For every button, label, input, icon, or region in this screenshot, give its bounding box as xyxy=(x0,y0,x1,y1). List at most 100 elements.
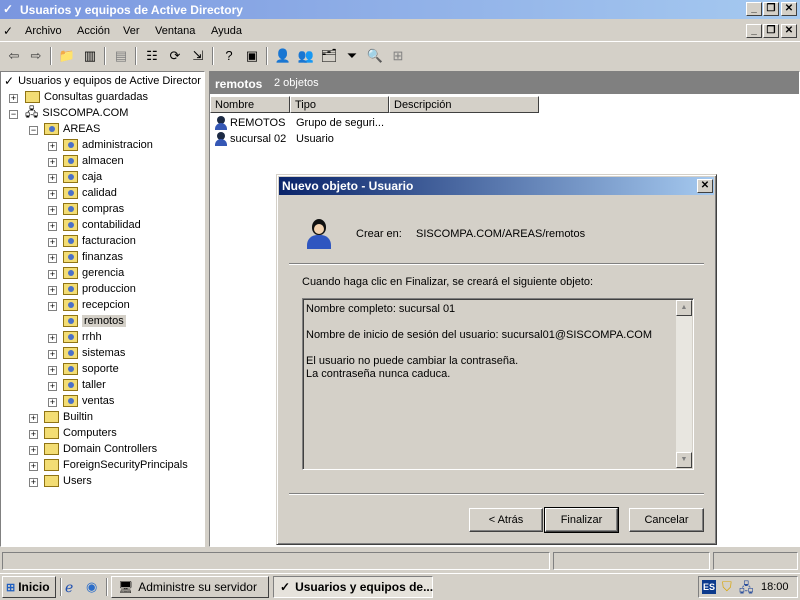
expand-icon[interactable]: + xyxy=(48,286,57,295)
tree-pane[interactable]: ✓ Usuarios y equipos de Active Director … xyxy=(0,71,205,547)
list-item[interactable]: REMOTOS xyxy=(214,115,285,131)
browser-icon[interactable]: ◉ xyxy=(86,579,97,595)
tree-item-ou[interactable]: rrhh xyxy=(63,329,102,345)
window-title-bar[interactable]: ✓ Usuarios y equipos de Active Directory… xyxy=(0,0,800,19)
collapse-icon[interactable]: − xyxy=(29,126,38,135)
language-indicator[interactable]: ES xyxy=(702,580,716,594)
expand-icon[interactable]: + xyxy=(48,190,57,199)
cancel-button[interactable]: Cancelar xyxy=(629,508,704,532)
task-button-manage-server[interactable]: 🖥 Administre su servidor xyxy=(111,576,269,598)
expand-icon[interactable]: + xyxy=(48,302,57,311)
expand-icon[interactable]: + xyxy=(29,446,38,455)
tree-item-ou[interactable]: administracion xyxy=(63,137,153,153)
summary-box[interactable]: Nombre completo: sucursal 01 Nombre de i… xyxy=(302,298,694,470)
properties-icon[interactable]: ☷ xyxy=(142,46,162,66)
network-icon[interactable]: 🖧 xyxy=(739,579,754,600)
tree-item-ou[interactable]: sistemas xyxy=(63,345,125,361)
tree-item-ou[interactable]: remotos xyxy=(63,313,126,329)
export-icon[interactable]: ⇲ xyxy=(188,46,208,66)
menu-ventana[interactable]: Ventana xyxy=(155,25,195,37)
tree-item-ou[interactable]: almacen xyxy=(63,153,124,169)
filter-icon[interactable]: ⏷ xyxy=(342,46,362,66)
menu-accion[interactable]: Acción xyxy=(77,25,110,37)
tree-item-ou[interactable]: finanzas xyxy=(63,249,123,265)
tree-item-ou[interactable]: ventas xyxy=(63,393,114,409)
summary-scrollbar[interactable]: ▲ ▼ xyxy=(676,300,692,468)
new-user-icon[interactable]: 👤 xyxy=(273,46,293,66)
expand-icon[interactable]: + xyxy=(48,142,57,151)
tree-item-ou[interactable]: calidad xyxy=(63,185,117,201)
forward-arrow-icon[interactable]: ⇨ xyxy=(26,46,46,66)
security-shield-icon[interactable]: ⛉ xyxy=(722,579,732,595)
tree-item-areas[interactable]: AREAS xyxy=(44,121,100,137)
expand-icon[interactable]: + xyxy=(48,382,57,391)
help-icon[interactable]: ? xyxy=(219,46,239,66)
tree-root[interactable]: ✓ Usuarios y equipos de Active Director xyxy=(4,73,201,89)
new-group-icon[interactable]: 👥 xyxy=(296,46,316,66)
tree-item-container[interactable]: ForeignSecurityPrincipals xyxy=(44,457,188,473)
expand-icon[interactable]: + xyxy=(48,334,57,343)
tree-item-ou[interactable]: caja xyxy=(63,169,102,185)
expand-icon[interactable]: + xyxy=(48,254,57,263)
expand-icon[interactable]: + xyxy=(48,270,57,279)
column-header-tipo[interactable]: Tipo xyxy=(290,96,389,113)
tree-item-ou[interactable]: compras xyxy=(63,201,124,217)
internet-explorer-icon[interactable]: ℯ xyxy=(65,579,73,596)
expand-icon[interactable]: + xyxy=(29,414,38,423)
up-folder-icon[interactable]: 📁 xyxy=(57,46,77,66)
tree-item-ou[interactable]: produccion xyxy=(63,281,136,297)
tree-item-domain[interactable]: 🖧 SISCOMPA.COM xyxy=(25,105,128,121)
expand-icon[interactable]: + xyxy=(48,158,57,167)
finish-button[interactable]: Finalizar xyxy=(544,507,619,533)
expand-icon[interactable]: + xyxy=(29,430,38,439)
start-button[interactable]: ⊞ Inicio xyxy=(2,576,56,598)
minimize-icon[interactable]: _ xyxy=(746,2,762,16)
tree-item-container[interactable]: Builtin xyxy=(44,409,93,425)
dialog-title-bar[interactable]: Nuevo objeto - Usuario ✕ xyxy=(279,177,714,195)
add-to-group-icon[interactable]: ⊞ xyxy=(388,46,408,66)
expand-icon[interactable]: + xyxy=(48,238,57,247)
tree-item-container[interactable]: Users xyxy=(44,473,92,489)
tree-item-ou[interactable]: contabilidad xyxy=(63,217,141,233)
expand-icon[interactable]: + xyxy=(9,94,18,103)
close-icon[interactable]: ✕ xyxy=(781,2,797,16)
expand-icon[interactable]: + xyxy=(48,206,57,215)
scroll-down-icon[interactable]: ▼ xyxy=(676,452,692,468)
back-arrow-icon[interactable]: ⇦ xyxy=(4,46,24,66)
tree-item-ou[interactable]: facturacion xyxy=(63,233,136,249)
tree-item-ou[interactable]: recepcion xyxy=(63,297,130,313)
list-item[interactable]: sucursal 02 xyxy=(214,131,286,147)
dialog-close-icon[interactable]: ✕ xyxy=(697,179,713,193)
tree-item-saved-queries[interactable]: Consultas guardadas xyxy=(25,89,148,105)
tree-item-ou[interactable]: gerencia xyxy=(63,265,124,281)
scroll-up-icon[interactable]: ▲ xyxy=(676,300,692,316)
column-header-descripcion[interactable]: Descripción xyxy=(389,96,539,113)
back-button[interactable]: < Atrás xyxy=(469,508,543,532)
menu-ver[interactable]: Ver xyxy=(123,25,140,37)
refresh-icon[interactable]: ⟳ xyxy=(165,46,185,66)
child-minimize-icon[interactable]: _ xyxy=(746,24,762,38)
expand-icon[interactable]: + xyxy=(48,174,57,183)
child-window-icon[interactable]: ✓ xyxy=(3,24,13,38)
child-restore-icon[interactable]: ❐ xyxy=(763,24,779,38)
new-ou-icon[interactable]: 🗂 xyxy=(319,46,339,66)
expand-icon[interactable]: + xyxy=(48,366,57,375)
menu-archivo[interactable]: Archivo xyxy=(25,25,62,37)
tree-item-ou[interactable]: taller xyxy=(63,377,106,393)
column-header-nombre[interactable]: Nombre xyxy=(210,96,290,113)
task-button-ad-users[interactable]: ✓ Usuarios y equipos de... xyxy=(273,576,433,598)
collapse-icon[interactable]: − xyxy=(9,110,18,119)
expand-icon[interactable]: + xyxy=(48,350,57,359)
expand-icon[interactable]: + xyxy=(29,478,38,487)
expand-icon[interactable]: + xyxy=(48,398,57,407)
find-icon[interactable]: 🔍 xyxy=(365,46,385,66)
show-tree-icon[interactable]: ▥ xyxy=(80,46,100,66)
delete-icon[interactable]: ▤ xyxy=(111,46,131,66)
expand-icon[interactable]: + xyxy=(29,462,38,471)
child-close-icon[interactable]: ✕ xyxy=(781,24,797,38)
tree-item-ou[interactable]: soporte xyxy=(63,361,119,377)
menu-ayuda[interactable]: Ayuda xyxy=(211,25,242,37)
tree-item-container[interactable]: Domain Controllers xyxy=(44,441,157,457)
console-icon[interactable]: ▣ xyxy=(242,46,262,66)
tree-item-container[interactable]: Computers xyxy=(44,425,117,441)
